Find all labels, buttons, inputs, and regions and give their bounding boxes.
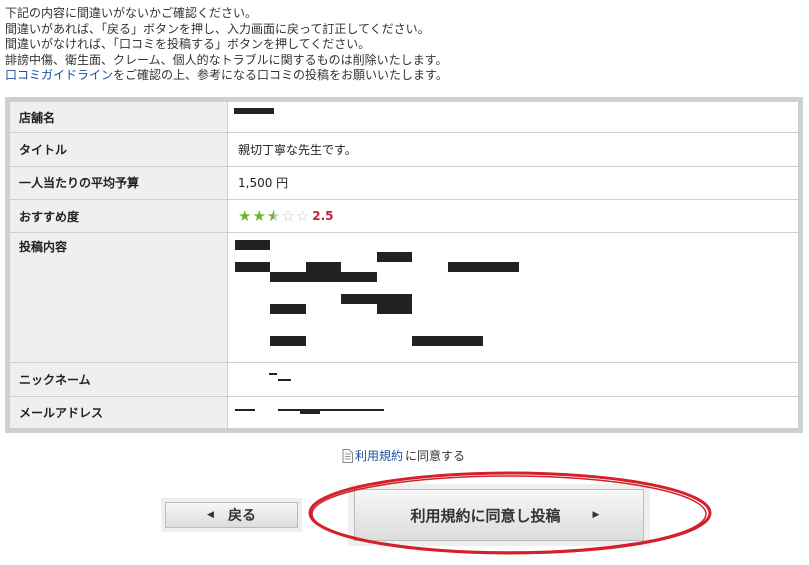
redacted-text	[300, 411, 320, 415]
redacted-text	[270, 272, 377, 283]
email-value	[227, 395, 799, 430]
instruction-line: 口コミガイドラインをご確認の上、参考になる口コミの投稿をお願いいたします。	[5, 68, 448, 84]
instructions: 下記の内容に間違いがないかご確認ください。 間違いがあれば、「戻る」ボタンを押し…	[5, 6, 448, 84]
empty-star-icon: ☆	[295, 206, 310, 225]
row-label-title: タイトル	[9, 132, 228, 167]
redacted-text	[341, 294, 412, 305]
agree-text: に同意する	[405, 449, 466, 463]
title-value: 親切丁寧な先生です。	[227, 132, 799, 167]
shop-name-value	[227, 100, 799, 134]
document-icon	[342, 448, 353, 463]
redacted-text	[235, 409, 255, 412]
terms-agreement: 利用規約 に同意する	[342, 447, 465, 464]
budget-value: 1,500 円	[227, 165, 799, 200]
star-icon: ★	[252, 206, 266, 225]
redacted-text	[235, 262, 270, 273]
right-arrow-icon: ▶	[592, 510, 600, 520]
review-content-value	[227, 232, 799, 364]
redacted-text	[306, 262, 341, 273]
half-star-icon: ★	[267, 208, 280, 224]
submit-button-label: 利用規約に同意し投稿	[410, 506, 561, 525]
instruction-text: をご確認の上、参考になる口コミの投稿をお願いいたします。	[113, 68, 448, 83]
redacted-text	[448, 262, 519, 273]
row-label-budget: 一人当たりの平均予算	[9, 165, 228, 200]
confirmation-table: 店舗名 タイトル 親切丁寧な先生です。 一人当たりの平均予算 1,500 円 お…	[5, 97, 803, 433]
row-label-nickname: ニックネーム	[9, 362, 228, 397]
rating-number: 2.5	[312, 209, 334, 224]
redacted-text	[412, 336, 483, 347]
redacted-text	[270, 336, 306, 347]
rating-stars: ★ ★ ★ ☆ ☆	[238, 206, 310, 225]
star-icon: ★	[238, 206, 252, 225]
row-label-content: 投稿内容	[9, 232, 228, 364]
terms-link[interactable]: 利用規約	[355, 447, 403, 464]
guideline-link[interactable]: 口コミガイドライン	[5, 68, 113, 82]
agree-and-submit-button[interactable]: 利用規約に同意し投稿 ▶	[354, 489, 644, 541]
redacted-text	[235, 240, 270, 251]
redacted-text	[377, 304, 412, 315]
back-button[interactable]: ◀ 戻る	[165, 502, 298, 528]
instruction-line: 誹謗中傷、衛生面、クレーム、個人的なトラブルに関するものは削除いたします。	[5, 52, 448, 67]
instruction-line: 間違いがなければ、「口コミを投稿する」ボタンを押してください。	[5, 37, 371, 52]
redacted-text	[278, 378, 291, 381]
redacted-text	[269, 372, 277, 375]
nickname-value	[227, 362, 799, 397]
row-label-shop-name: 店舗名	[9, 100, 228, 134]
back-button-label: 戻る	[227, 508, 256, 524]
rating-value: ★ ★ ★ ☆ ☆ 2.5	[227, 198, 799, 234]
empty-star-icon: ☆	[281, 206, 295, 225]
redacted-text	[270, 304, 306, 315]
redacted-text	[278, 409, 384, 412]
row-label-rating: おすすめ度	[9, 198, 228, 234]
row-label-email: メールアドレス	[9, 395, 228, 430]
left-arrow-icon: ◀	[207, 510, 214, 520]
redacted-text	[234, 108, 274, 115]
instruction-line: 間違いがあれば、「戻る」ボタンを押し、入力画面に戻って訂正してください。	[5, 21, 430, 36]
redacted-text	[377, 252, 412, 263]
instruction-line: 下記の内容に間違いがないかご確認ください。	[5, 6, 258, 20]
